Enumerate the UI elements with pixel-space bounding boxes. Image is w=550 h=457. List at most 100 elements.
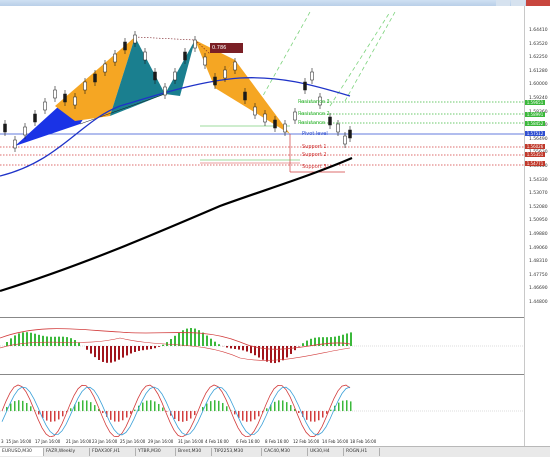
candle-body [344,136,347,144]
histogram-bar [66,337,68,346]
chart-tab[interactable]: Brent,M30 [176,448,212,456]
oscillator-bar [342,401,344,411]
price-axis-label: 1.60000 [529,82,548,87]
histogram-bar [106,346,108,363]
histogram-bar [310,339,312,346]
candle-body [204,57,207,65]
chart-tab[interactable]: EURUSD,M30 [0,448,44,456]
oscillator-bar [278,400,280,411]
candle-body [214,77,217,85]
price-level-tag: 1.57512 [525,131,545,136]
histogram-bar [122,346,124,358]
histogram-bar [178,333,180,346]
histogram-bar [198,330,200,346]
oscillator-bar [118,411,120,422]
candle-body [274,120,277,128]
candle-body [244,92,247,100]
candle-body [114,54,117,62]
oscillator-bar [86,400,88,411]
histogram-bar [118,346,120,360]
chart-tab[interactable]: UK30,H4 [308,448,344,456]
oscillator-bar [210,401,212,411]
candle-body [4,124,7,132]
histogram-bar [214,342,216,346]
histogram-bar [134,346,136,352]
histogram-bar [46,336,48,346]
oscillator-bar [266,408,268,411]
histogram-bar [342,335,344,346]
oscillator-bar [22,401,24,411]
price-axis-label: 1.44800 [529,300,548,305]
histogram-bar [62,337,64,346]
oscillator-bar [186,411,188,421]
candle-body [284,124,287,132]
histogram-bar [58,337,60,346]
histogram-bar [38,335,40,346]
chart-tab[interactable]: CAC40,M30 [262,448,308,456]
histogram-bar [162,345,164,346]
oscillator-bar [346,400,348,411]
oscillator-bar [326,411,328,414]
candle-body [84,82,87,90]
price-level-tag: 1.59651 [525,100,545,105]
candle-body [184,52,187,60]
histogram-bar [194,329,196,346]
oscillator-bar [350,401,352,411]
oscillator-bar [10,403,12,411]
histogram-bar [146,346,148,350]
oscillator-bar [90,402,92,411]
candle-body [94,74,97,82]
chart-tab[interactable]: TIP2253,M30 [212,448,262,456]
candle-body [349,130,352,138]
histogram-bar [282,346,284,360]
time-axis-label: 31 Jan 16:00 [178,439,203,444]
oscillator-bar [70,408,72,411]
oscillator-bar [206,404,208,411]
price-axis-label: 1.46690 [529,286,548,291]
histogram-bar [54,337,56,346]
histogram-bar [138,346,140,351]
histogram-bar [326,337,328,346]
histogram-bar [246,346,248,352]
oscillator-bar [214,400,216,411]
chart-tab[interactable]: FAZR,Weekly [44,448,90,456]
resistance2-label: Resistance 2 [298,111,330,117]
oscillator-bar [338,403,340,411]
oscillator-bar [50,411,52,422]
histogram-bar [322,337,324,346]
price-axis-label: 1.64410 [529,28,548,33]
indicator-histogram-pane[interactable] [0,318,524,374]
price-axis-label: 1.61280 [529,69,548,74]
oscillator-bar [146,401,148,411]
chart-tab[interactable]: FDAX30F,H1 [90,448,136,456]
oscillator-bar [26,403,28,411]
histogram-bar [226,346,228,348]
chart-tab[interactable]: YTBR,M30 [136,448,176,456]
time-axis-label: 23 Jan 16:00 [92,439,117,444]
oscillator-bar [290,405,292,411]
candle-body [14,140,17,148]
time-axis-label: 3 [1,439,4,444]
oscillator-bar [254,411,256,419]
support2-label: Support 2 [302,152,327,158]
price-level-tag: 1.58991 [525,112,545,117]
oscillator-bar [274,402,276,411]
price-axis-label: 1.52080 [529,205,548,210]
chart-tab[interactable]: ROGN,H1 [344,448,380,456]
oscillator-bar [94,405,96,411]
oscillator-bar [78,402,80,411]
histogram-bar [102,346,104,362]
histogram-bar [42,336,44,346]
histogram-bar [22,332,24,346]
candle-body [144,52,147,60]
trend-line [345,12,395,101]
candle-body [337,124,340,132]
oscillator-bar [162,408,164,411]
oscillator-bar [62,411,64,416]
oscillator-bar [258,411,260,416]
price-chart[interactable] [0,6,524,317]
candle-body [224,70,227,78]
indicator-oscillator-pane[interactable] [0,375,524,437]
histogram-bar [190,328,192,346]
oscillator-bar [282,400,284,411]
